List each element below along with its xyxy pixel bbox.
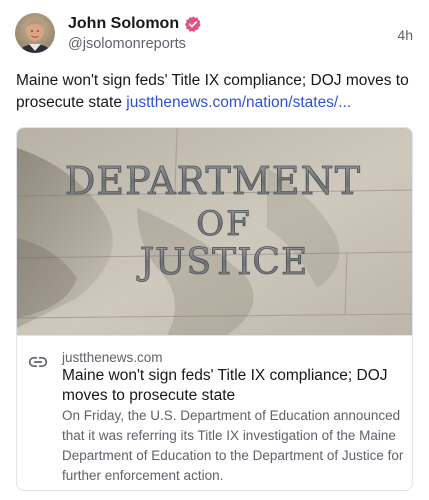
avatar[interactable] <box>15 13 55 53</box>
post-time[interactable]: 4h <box>397 26 413 44</box>
author-name[interactable]: John Solomon <box>68 14 179 34</box>
post-text: Maine won't sign feds' Title IX complian… <box>16 70 416 114</box>
image-text-justice: JUSTICE <box>136 242 309 283</box>
card-domain: justthenews.com <box>62 350 163 365</box>
card-description: On Friday, the U.S. Department of Educat… <box>62 408 404 483</box>
image-text-of: OF <box>196 204 251 244</box>
post-link[interactable]: justthenews.com/nation/states/... <box>126 94 351 111</box>
author-name-row: John Solomon <box>68 14 202 34</box>
link-card[interactable]: DEPARTMENT OF JUSTICE justthenews.com Ma… <box>16 127 413 491</box>
card-title[interactable]: Maine won't sign feds' Title IX complian… <box>62 366 407 406</box>
card-image[interactable]: DEPARTMENT OF JUSTICE <box>17 128 412 335</box>
image-text-department: DEPARTMENT <box>65 159 361 203</box>
link-icon <box>28 352 48 372</box>
post: John Solomon @jsolomonreports 4h Maine w… <box>0 0 429 500</box>
card-body: justthenews.com Maine won't sign feds' T… <box>17 335 412 490</box>
author-handle[interactable]: @jsolomonreports <box>68 35 186 53</box>
verified-badge-icon <box>184 15 202 33</box>
